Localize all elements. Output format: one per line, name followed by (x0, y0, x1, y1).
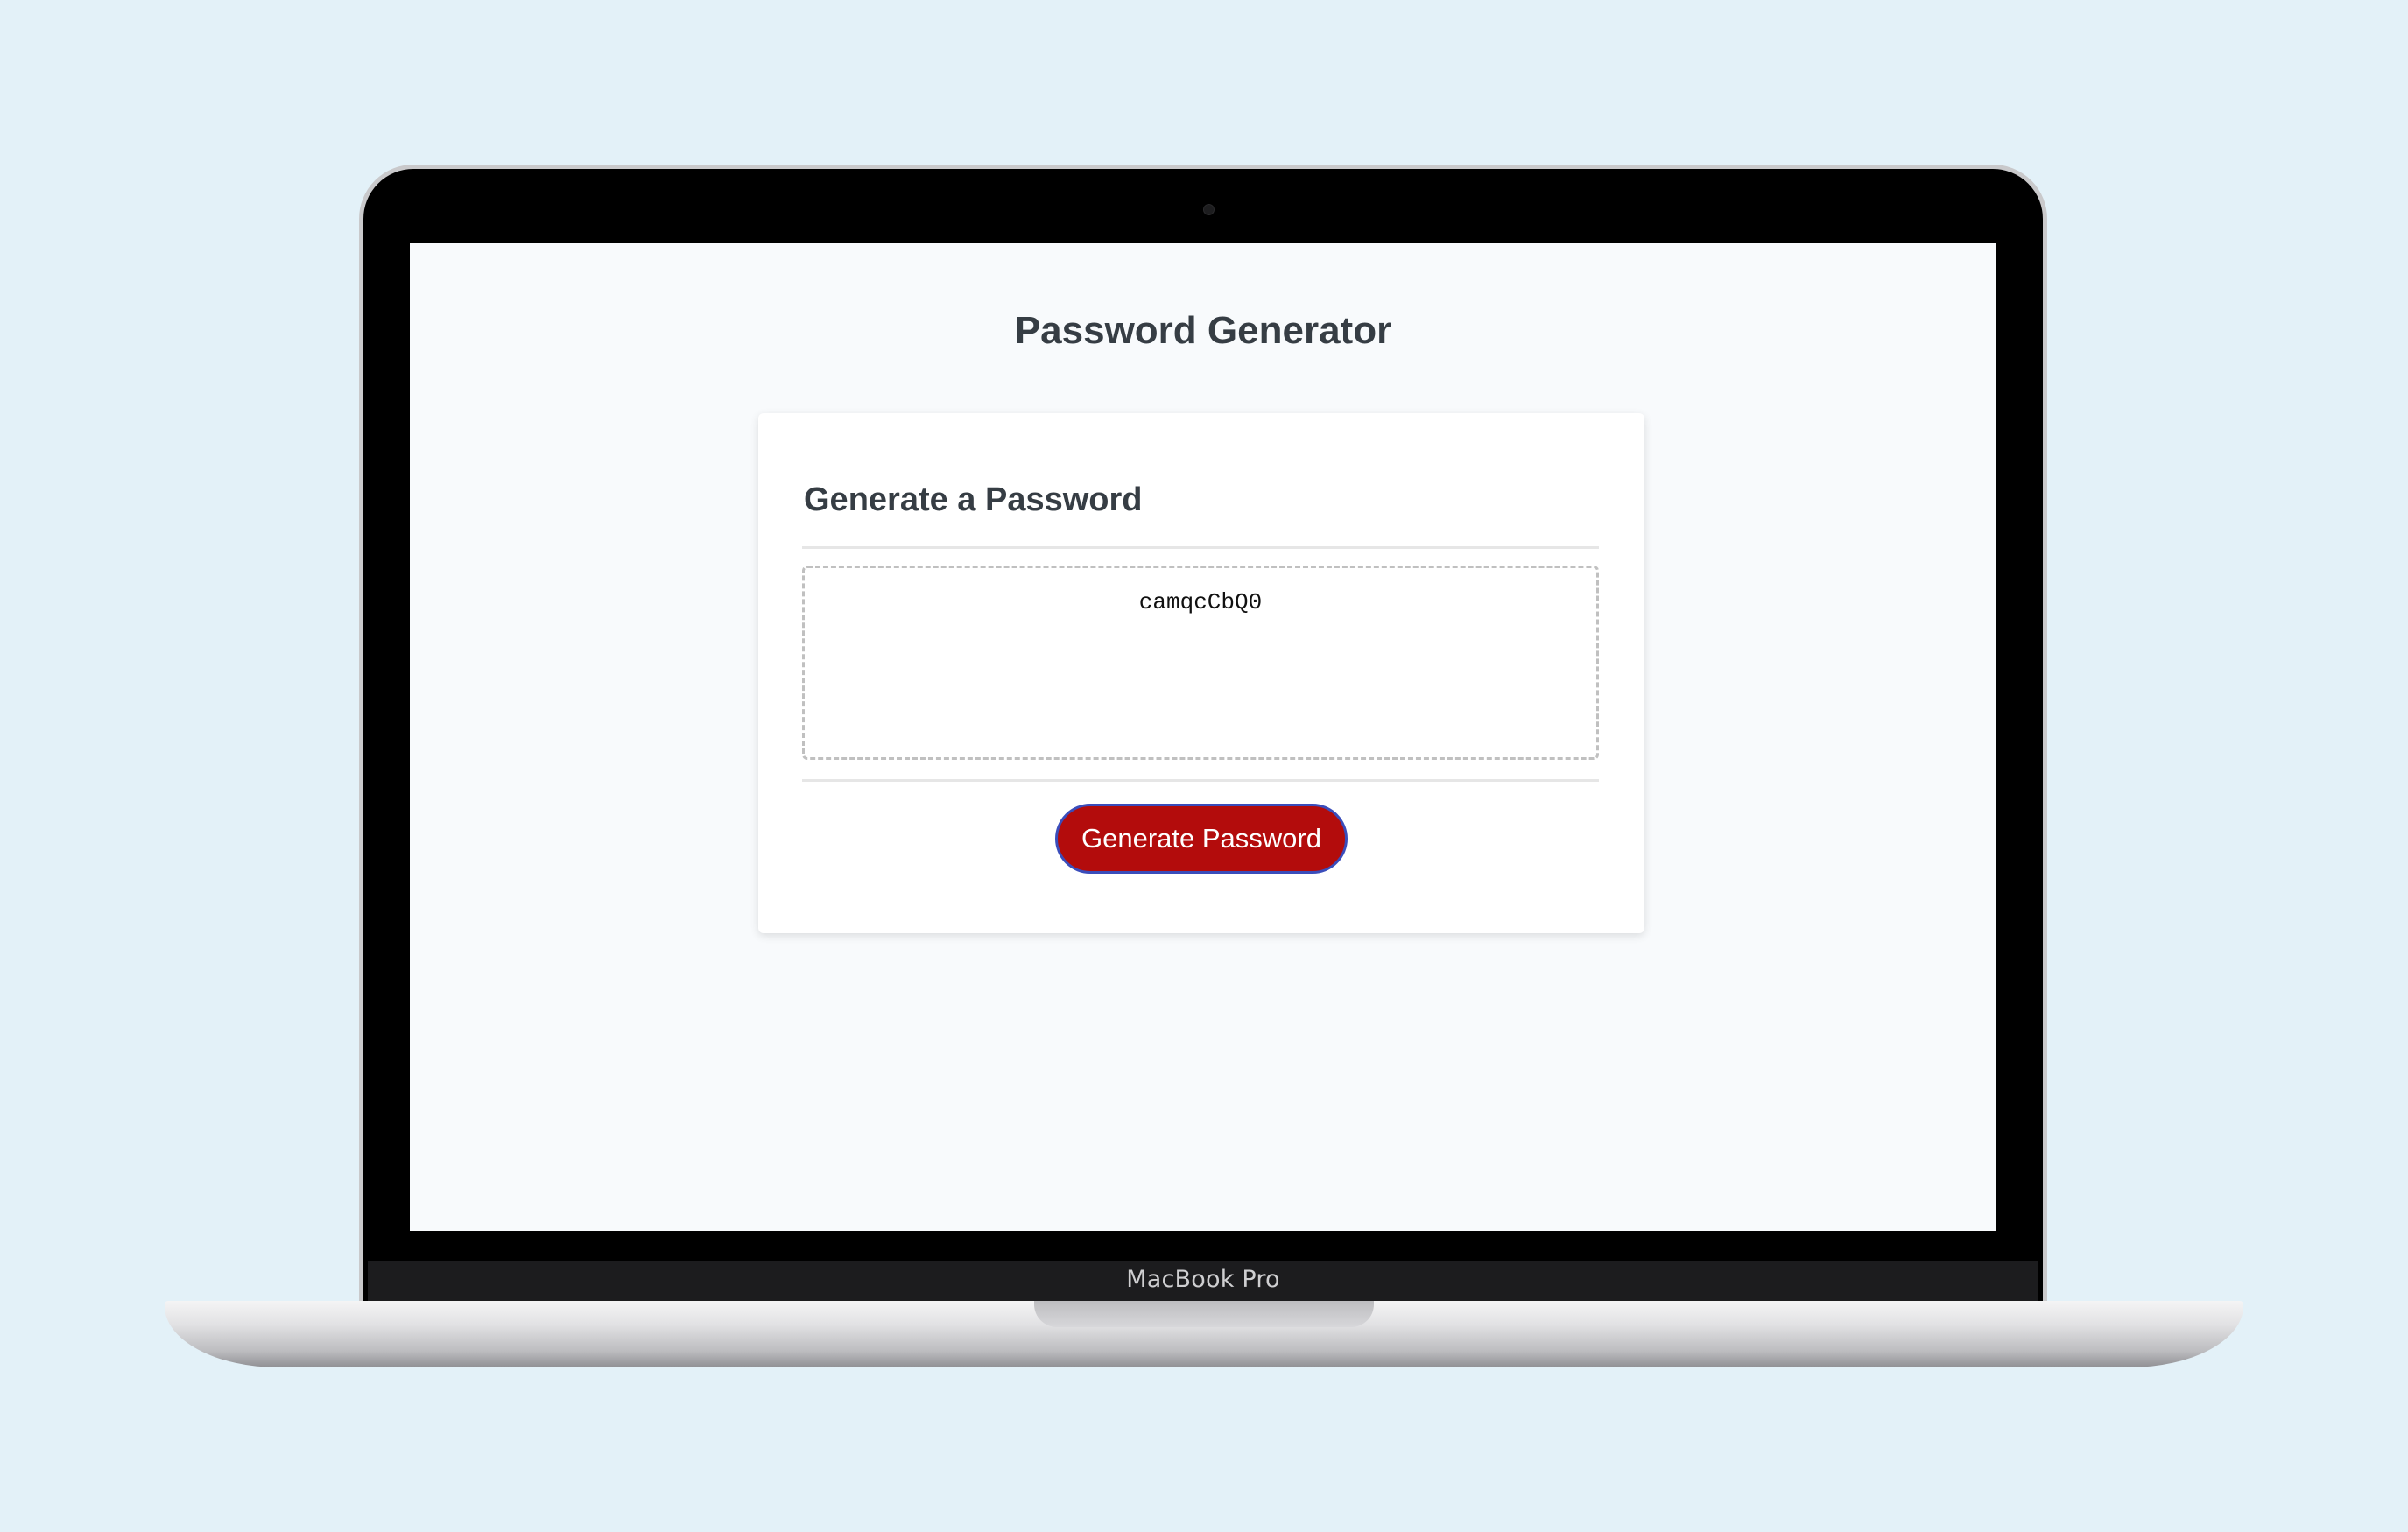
laptop-notch (1034, 1301, 1374, 1327)
card-divider-top (802, 546, 1599, 549)
card-header: Generate a Password (804, 481, 1143, 518)
card-divider-bottom (802, 779, 1599, 782)
password-output[interactable]: camqcCbQ0 (802, 566, 1599, 760)
device-brand-label: MacBook Pro (1126, 1266, 1280, 1293)
camera-icon (1203, 204, 1215, 215)
screen: Password Generator Generate a Password c… (410, 243, 1996, 1231)
password-card: Generate a Password camqcCbQ0 Generate P… (758, 413, 1644, 933)
page-title: Password Generator (1014, 309, 1392, 352)
generate-password-button[interactable]: Generate Password (1055, 804, 1348, 874)
